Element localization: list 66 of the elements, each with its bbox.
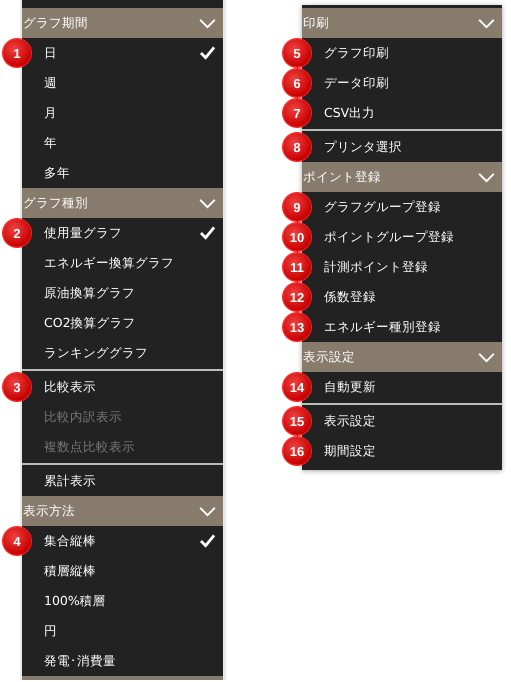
number-badge: 4 bbox=[3, 527, 31, 555]
number-badge: 12 bbox=[283, 283, 311, 311]
menu-item[interactable]: 累計表示 bbox=[32, 466, 223, 496]
number-badge: 13 bbox=[283, 313, 311, 341]
number-badge: 1 bbox=[3, 39, 31, 67]
menu-item[interactable]: エネルギー換算グラフ bbox=[32, 248, 223, 278]
section-title: 表示設定 bbox=[303, 348, 355, 366]
menu-item[interactable]: ポイントグループ登録 bbox=[312, 222, 502, 252]
number-badge: 9 bbox=[283, 193, 311, 221]
number-badge: 8 bbox=[283, 133, 311, 161]
number-badge: 6 bbox=[283, 69, 311, 97]
section-title: グラフ種別 bbox=[23, 194, 88, 212]
menu-item[interactable]: 計測ポイント登録 bbox=[312, 252, 502, 282]
checkmark-icon bbox=[200, 534, 215, 548]
section-header[interactable]: グラフ期間 bbox=[22, 8, 223, 38]
section-header[interactable]: 印刷 bbox=[302, 8, 502, 38]
menu-item[interactable]: 原油換算グラフ bbox=[32, 278, 223, 308]
number-badge: 10 bbox=[283, 223, 311, 251]
chevron-down-icon bbox=[198, 198, 217, 208]
menu-item[interactable]: 100%積層 bbox=[32, 586, 223, 616]
chevron-down-icon bbox=[477, 352, 496, 362]
menu-item[interactable]: エネルギー種別登録 bbox=[312, 312, 502, 342]
menu-item[interactable]: 使用量グラフ bbox=[32, 218, 223, 248]
menu-item[interactable]: 日 bbox=[32, 38, 223, 68]
number-badge: 16 bbox=[283, 437, 311, 465]
section-title: ポイント登録 bbox=[303, 168, 381, 186]
menu-item[interactable]: プリンタ選択 bbox=[312, 132, 502, 162]
number-badge: 14 bbox=[283, 373, 311, 401]
section-header[interactable]: グラフ種別 bbox=[22, 188, 223, 218]
menu-item[interactable]: 多年 bbox=[32, 158, 223, 188]
chevron-down-icon bbox=[477, 172, 496, 182]
menu-item[interactable]: 自動更新 bbox=[312, 372, 502, 402]
menu-item[interactable]: ランキンググラフ bbox=[32, 338, 223, 368]
menu-item[interactable]: 発電･消費量 bbox=[32, 646, 223, 676]
section-title: 印刷 bbox=[303, 14, 329, 32]
section-header[interactable]: ポイント登録 bbox=[302, 162, 502, 192]
menu-item[interactable]: CSV出力 bbox=[312, 98, 502, 128]
number-badge: 11 bbox=[283, 253, 311, 281]
section-title: 表示方法 bbox=[23, 502, 75, 520]
chevron-down-icon bbox=[198, 506, 217, 516]
section-title: グラフ期間 bbox=[23, 14, 88, 32]
menu-item[interactable]: グラフグループ登録 bbox=[312, 192, 502, 222]
number-badge: 5 bbox=[283, 39, 311, 67]
checkmark-icon bbox=[200, 46, 215, 60]
menu-item[interactable]: 比較表示 bbox=[32, 372, 223, 402]
menu-item[interactable]: 月 bbox=[32, 98, 223, 128]
menu-item[interactable]: 年 bbox=[32, 128, 223, 158]
number-badge: 2 bbox=[3, 219, 31, 247]
number-badge: 15 bbox=[283, 407, 311, 435]
section-header[interactable]: 表示方法 bbox=[22, 496, 223, 526]
chevron-down-icon bbox=[198, 18, 217, 28]
menu-item[interactable]: 係数登録 bbox=[312, 282, 502, 312]
menu-item[interactable]: 週 bbox=[32, 68, 223, 98]
number-badge: 3 bbox=[3, 373, 31, 401]
number-badge: 7 bbox=[283, 99, 311, 127]
checkmark-icon bbox=[200, 226, 215, 240]
menu-item[interactable]: 期間設定 bbox=[312, 436, 502, 466]
chevron-down-icon bbox=[477, 18, 496, 28]
menu-item[interactable]: CO2換算グラフ bbox=[32, 308, 223, 338]
section-header[interactable]: 表示設定 bbox=[302, 342, 502, 372]
menu-item[interactable]: 円 bbox=[32, 616, 223, 646]
menu-item[interactable]: 集合縦棒 bbox=[32, 526, 223, 556]
menu-item[interactable]: データ印刷 bbox=[312, 68, 502, 98]
menu-item[interactable]: 表示設定 bbox=[312, 406, 502, 436]
menu-item[interactable]: グラフ印刷 bbox=[312, 38, 502, 68]
menu-item[interactable]: 積層縦棒 bbox=[32, 556, 223, 586]
